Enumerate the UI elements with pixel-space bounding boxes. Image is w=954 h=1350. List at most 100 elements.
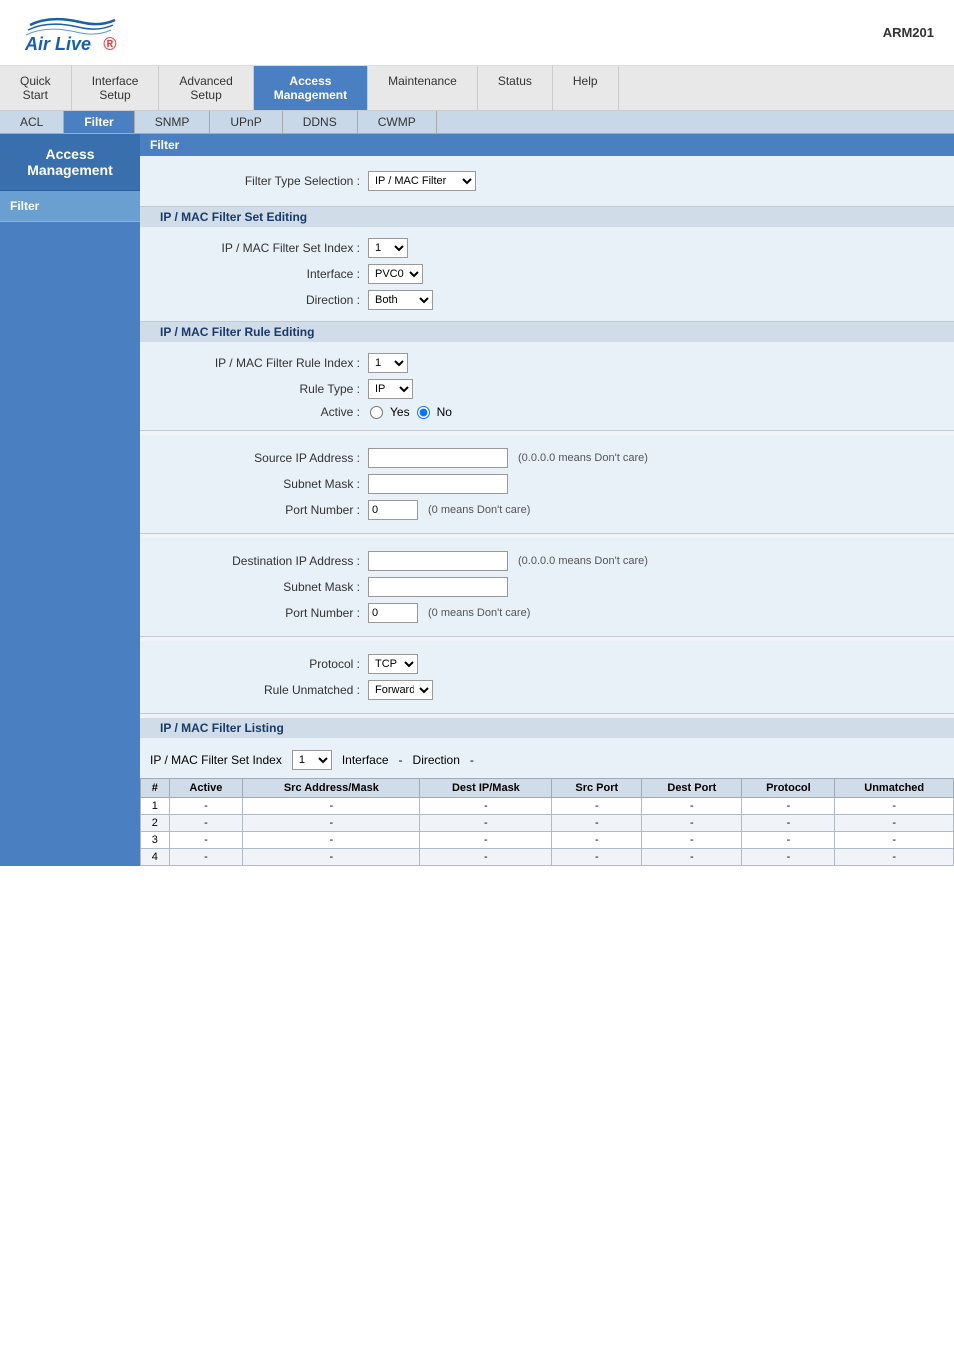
col-active: Active <box>169 779 243 798</box>
source-subnet-control <box>368 474 508 494</box>
subnav-upnp[interactable]: UPnP <box>210 111 282 133</box>
nav-help[interactable]: Help <box>553 66 619 110</box>
filter-type-select[interactable]: IP / MAC Filter Application Filter URL F… <box>368 171 476 191</box>
table-cell: - <box>642 849 742 866</box>
filter-table: # Active Src Address/Mask Dest IP/Mask S… <box>140 778 954 866</box>
source-ip-row: Source IP Address : (0.0.0.0 means Don't… <box>140 445 954 471</box>
ip-mac-set-section-label: IP / MAC Filter Set Editing <box>150 206 317 228</box>
nav-status[interactable]: Status <box>478 66 553 110</box>
dest-ip-label: Destination IP Address : <box>160 554 360 568</box>
table-cell: - <box>420 849 552 866</box>
table-cell: 3 <box>141 832 170 849</box>
interface-control: PVC0PVC1PVC2 <box>368 264 423 284</box>
dest-port-hint: (0 means Don't care) <box>428 607 530 619</box>
col-src: Src Address/Mask <box>243 779 420 798</box>
ip-mac-set-section-label-row: IP / MAC Filter Set Editing <box>140 207 954 227</box>
rule-index-row: IP / MAC Filter Rule Index : 1234 <box>140 350 954 376</box>
active-yes-radio[interactable] <box>370 406 383 419</box>
subnav-filter[interactable]: Filter <box>64 111 134 133</box>
ip-mac-rule-section-label: IP / MAC Filter Rule Editing <box>150 321 324 343</box>
page-header: Filter <box>140 134 954 156</box>
listing-header: IP / MAC Filter Set Index 1234 Interface… <box>140 746 954 774</box>
active-no-label: No <box>437 405 452 419</box>
sidebar: Access Management Filter <box>0 134 140 866</box>
protocol-row: Protocol : TCPUDPICMPAny <box>140 651 954 677</box>
rule-index-select[interactable]: 1234 <box>368 353 408 373</box>
active-no-radio[interactable] <box>417 406 430 419</box>
subnav-acl[interactable]: ACL <box>0 111 64 133</box>
set-index-label: IP / MAC Filter Set Index : <box>160 241 360 255</box>
dest-ip-input[interactable] <box>368 551 508 571</box>
source-port-hint: (0 means Don't care) <box>428 504 530 516</box>
table-cell: - <box>243 798 420 815</box>
content-area: Filter Filter Type Selection : IP / MAC … <box>140 134 954 866</box>
listing-direction-value: - <box>470 753 474 767</box>
table-cell: 4 <box>141 849 170 866</box>
table-cell: - <box>169 832 243 849</box>
source-port-input[interactable] <box>368 500 418 520</box>
dest-ip-hint: (0.0.0.0 means Don't care) <box>518 555 648 567</box>
table-cell: - <box>742 832 835 849</box>
set-index-select[interactable]: 1234 <box>368 238 408 258</box>
table-header-row: # Active Src Address/Mask Dest IP/Mask S… <box>141 779 954 798</box>
source-ip-input[interactable] <box>368 448 508 468</box>
table-cell: - <box>552 832 642 849</box>
nav-interface-setup[interactable]: Interface Setup <box>72 66 160 110</box>
ip-mac-rule-section: IP / MAC Filter Rule Index : 1234 Rule T… <box>140 342 954 431</box>
listing-set-index-select[interactable]: 1234 <box>292 750 332 770</box>
table-cell: - <box>552 798 642 815</box>
dest-port-label: Port Number : <box>160 606 360 620</box>
nav-quick-start[interactable]: Quick Start <box>0 66 72 110</box>
set-index-control: 1234 <box>368 238 408 258</box>
rule-unmatched-select[interactable]: ForwardDrop <box>368 680 433 700</box>
subnav-cwmp[interactable]: CWMP <box>358 111 437 133</box>
nav-advanced-setup[interactable]: Advanced Setup <box>159 66 253 110</box>
protocol-select[interactable]: TCPUDPICMPAny <box>368 654 418 674</box>
destination-section: Destination IP Address : (0.0.0.0 means … <box>140 538 954 637</box>
table-cell: - <box>835 815 954 832</box>
table-cell: - <box>742 798 835 815</box>
direction-row: Direction : BothIncomingOutgoing <box>140 287 954 313</box>
dest-ip-control: (0.0.0.0 means Don't care) <box>368 551 648 571</box>
logo-icon: Air Live ® <box>20 10 140 55</box>
interface-select[interactable]: PVC0PVC1PVC2 <box>368 264 423 284</box>
nav-maintenance[interactable]: Maintenance <box>368 66 478 110</box>
dest-port-input[interactable] <box>368 603 418 623</box>
col-protocol: Protocol <box>742 779 835 798</box>
rule-type-control: IPMAC <box>368 379 413 399</box>
table-row: 4------- <box>141 849 954 866</box>
table-cell: - <box>243 849 420 866</box>
ip-mac-rule-section-label-row: IP / MAC Filter Rule Editing <box>140 322 954 342</box>
nav-bar: Quick Start Interface Setup Advanced Set… <box>0 66 954 111</box>
table-cell: - <box>169 849 243 866</box>
filter-type-control: IP / MAC Filter Application Filter URL F… <box>368 171 476 191</box>
main-layout: Access Management Filter Filter Filter T… <box>0 134 954 866</box>
table-cell: - <box>835 849 954 866</box>
table-row: 3------- <box>141 832 954 849</box>
table-cell: - <box>420 815 552 832</box>
table-cell: - <box>243 815 420 832</box>
protocol-section: Protocol : TCPUDPICMPAny Rule Unmatched … <box>140 641 954 714</box>
source-ip-control: (0.0.0.0 means Don't care) <box>368 448 648 468</box>
nav-access-management[interactable]: Access Management <box>254 66 368 110</box>
listing-section: IP / MAC Filter Set Index 1234 Interface… <box>140 738 954 866</box>
subnav-snmp[interactable]: SNMP <box>135 111 211 133</box>
col-dest: Dest IP/Mask <box>420 779 552 798</box>
sidebar-item-filter[interactable]: Filter <box>0 191 140 222</box>
interface-label: Interface : <box>160 267 360 281</box>
col-num: # <box>141 779 170 798</box>
table-row: 1------- <box>141 798 954 815</box>
rule-type-select[interactable]: IPMAC <box>368 379 413 399</box>
source-subnet-input[interactable] <box>368 474 508 494</box>
direction-select[interactable]: BothIncomingOutgoing <box>368 290 433 310</box>
rule-unmatched-label: Rule Unmatched : <box>160 683 360 697</box>
table-row: 2------- <box>141 815 954 832</box>
dest-ip-row: Destination IP Address : (0.0.0.0 means … <box>140 548 954 574</box>
dest-subnet-input[interactable] <box>368 577 508 597</box>
col-src-port: Src Port <box>552 779 642 798</box>
set-index-row: IP / MAC Filter Set Index : 1234 <box>140 235 954 261</box>
rule-type-row: Rule Type : IPMAC <box>140 376 954 402</box>
logo-area: Air Live ® <box>20 10 140 55</box>
subnav-ddns[interactable]: DDNS <box>283 111 358 133</box>
protocol-control: TCPUDPICMPAny <box>368 654 418 674</box>
